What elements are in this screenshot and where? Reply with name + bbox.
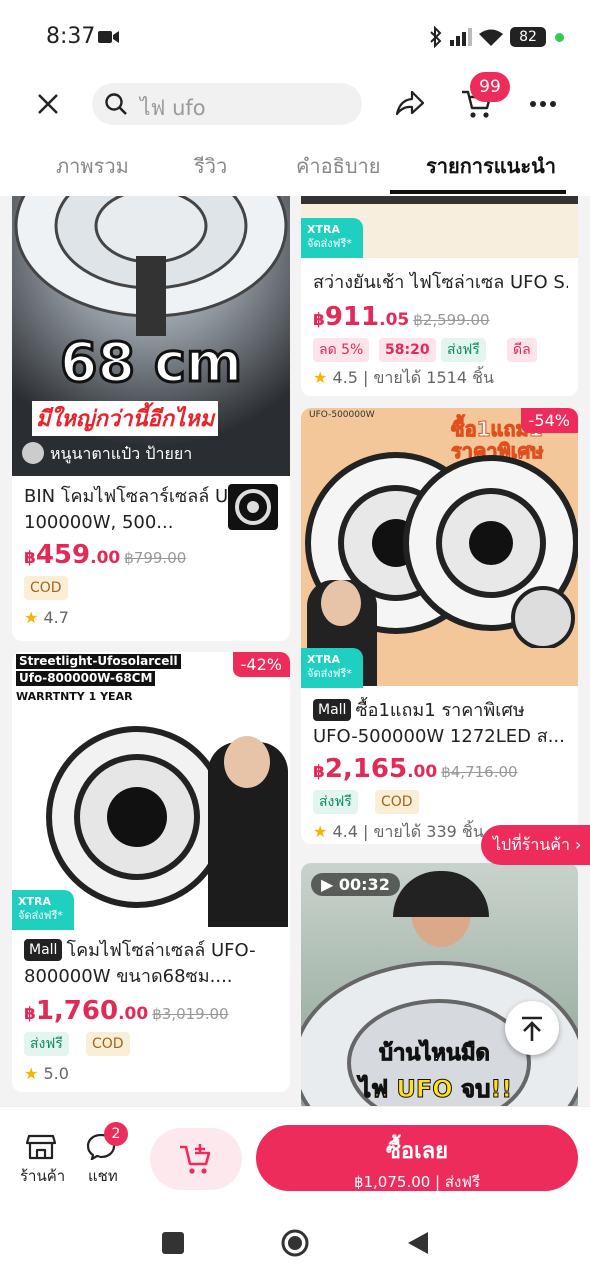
xtra-badge: XTRA จัดส่งฟรี* <box>301 218 363 258</box>
play-icon: ▶ <box>321 875 334 894</box>
product-card[interactable]: XTRA จัดส่งฟรี* สว่างยันเช้า ไฟโซล่าเซล U… <box>301 196 578 396</box>
close-icon[interactable] <box>36 92 60 116</box>
tab-recommended[interactable]: รายการแนะนำ <box>426 150 556 182</box>
countdown-tag: 58:20 <box>379 338 436 362</box>
battery-level: 82 <box>519 29 537 45</box>
product-price: ฿1,760.00 ฿3,019.00 <box>24 996 229 1026</box>
star-icon: ★ <box>24 608 39 627</box>
image-strip <box>301 196 578 204</box>
rating: ★ 4.5 | ขายได้ 1514 ชิ้น <box>313 368 494 387</box>
free-shipping-tag: ส่งฟรี <box>24 1032 69 1056</box>
image-small-text: UFO-500000W <box>309 410 375 420</box>
bluetooth-icon <box>430 26 442 48</box>
tab-underline <box>390 190 566 194</box>
recents-icon[interactable] <box>162 1232 184 1254</box>
cart-badge: 99 <box>470 72 510 102</box>
product-title: สว่างยันเช้า ไฟโซล่าเซล UFO S... <box>313 272 568 293</box>
buy-now-label: ซื้อเลย <box>385 1139 449 1164</box>
tab-overview[interactable]: ภาพรวม <box>56 150 129 182</box>
add-to-cart-button[interactable] <box>150 1128 242 1190</box>
product-price: ฿911.05 ฿2,599.00 <box>313 302 490 332</box>
image-subtext: มีใหญ่กว่านี้อีกไหม <box>32 401 219 436</box>
more-icon[interactable] <box>530 100 556 108</box>
scroll-top-button[interactable] <box>505 1001 559 1055</box>
star-icon: ★ <box>313 368 328 387</box>
chevron-right-icon: › <box>575 835 582 854</box>
cod-tag: COD <box>86 1032 130 1056</box>
product-image: 68 cm มีใหญ่กว่านี้อีกไหม หนูนาตาแป๋ว ป้… <box>12 196 290 476</box>
deal-tag: ดีล <box>507 338 537 362</box>
product-card[interactable]: Streetlight-Ufosolarcell Ufo-800000W-68C… <box>12 652 290 1092</box>
buy-now-button[interactable]: ซื้อเลย ฿1,075.00 | ส่งฟรี <box>256 1125 578 1191</box>
mall-badge: Mall <box>24 939 63 961</box>
discount-badge: -42% <box>232 652 290 677</box>
status-bar: 8:37 82 <box>0 0 590 70</box>
video-camera-icon <box>98 31 119 43</box>
avatar <box>22 442 44 464</box>
person-hair <box>393 871 489 917</box>
rating: ★ 5.0 <box>24 1064 69 1083</box>
search-icon <box>105 93 127 115</box>
image-text: Ufo-800000W-68CM <box>16 671 156 686</box>
share-icon[interactable] <box>394 88 426 118</box>
person-face <box>321 580 361 626</box>
image-size-text: 68 cm <box>58 330 243 396</box>
shop-label[interactable]: ร้านค้า <box>20 1164 65 1188</box>
tab-description[interactable]: คำอธิบาย <box>296 150 380 182</box>
product-image: UFO-500000W ซื้อ1แถม1 ราคาพิเศษ <box>301 408 578 686</box>
image-text: Streetlight-Ufosolarcell <box>16 654 181 669</box>
free-shipping-tag: ส่งฟรี <box>313 790 358 814</box>
image-username: หนูนาตาแป๋ว ป้ายยา <box>50 444 193 463</box>
home-icon[interactable] <box>280 1228 310 1258</box>
video-duration: ▶ 00:32 <box>311 873 400 896</box>
rating: ★ 4.7 <box>24 608 69 627</box>
person-face <box>224 736 270 788</box>
buy-now-price: ฿1,075.00 | ส่งฟรี <box>353 1173 481 1191</box>
add-cart-icon <box>180 1144 211 1174</box>
star-icon: ★ <box>24 1064 39 1083</box>
discount-tag: ลด 5% <box>313 338 370 362</box>
product-price: ฿2,165.00 ฿4,716.00 <box>313 754 518 784</box>
go-to-shop-button[interactable]: ไปที่ร้านค้า › <box>481 825 590 865</box>
product-card[interactable]: UFO-500000W ซื้อ1แถม1 ราคาพิเศษ -54% XTR… <box>301 408 578 844</box>
battery-icon: 82 <box>510 27 546 47</box>
ufo-lamp-image <box>14 196 288 336</box>
product-title: Mall ซื้อ1แถม1 ราคาพิเศษ UFO-500000W 1272… <box>313 699 565 747</box>
xtra-badge: XTRA จัดส่งฟรี* <box>301 648 363 688</box>
ufo-lamp-image <box>46 726 228 908</box>
tab-reviews[interactable]: รีวิว <box>194 150 227 182</box>
xtra-badge: XTRA จัดส่งฟรี* <box>12 890 74 930</box>
shop-icon[interactable] <box>26 1132 56 1160</box>
rating: ★ 4.4 | ขายได้ 339 ชิ้น <box>313 822 484 841</box>
chat-badge: 2 <box>104 1122 128 1146</box>
discount-badge: -54% <box>520 408 578 433</box>
product-feed[interactable]: 68 cm มีใหญ่กว่านี้อีกไหม หนูนาตาแป๋ว ป้… <box>0 196 590 1106</box>
product-title: Mall โคมไฟโซล่าเซลล์ UFO-800000W ขนาด68ซม… <box>24 939 256 987</box>
back-icon[interactable] <box>404 1230 430 1256</box>
green-dot-icon <box>555 33 564 42</box>
chat-label[interactable]: แชท <box>88 1164 118 1188</box>
product-image: Streetlight-Ufosolarcell Ufo-800000W-68C… <box>12 652 290 930</box>
thumbnail <box>228 484 278 530</box>
signal-icon <box>450 28 472 46</box>
product-card[interactable]: 68 cm มีใหญ่กว่านี้อีกไหม หนูนาตาแป๋ว ป้… <box>12 196 290 641</box>
cod-tag: COD <box>375 790 419 814</box>
video-card[interactable]: ▶ 00:32 บ้านไหนมืด ไฟ UFO จบ!! <box>301 863 578 1106</box>
mall-badge: Mall <box>313 699 352 721</box>
search-query: ไฟ ufo <box>140 96 206 120</box>
cod-tag: COD <box>24 576 68 600</box>
video-caption: บ้านไหนมืด <box>379 1041 491 1067</box>
search-input[interactable] <box>92 83 362 125</box>
arrow-up-icon <box>522 1016 542 1041</box>
free-shipping-tag: ส่งฟรี <box>441 338 486 362</box>
system-nav-bar <box>0 1202 590 1280</box>
status-time: 8:37 <box>46 24 96 49</box>
image-text: WARRTNTY 1 YEAR <box>16 690 133 703</box>
video-caption: ไฟ UFO จบ!! <box>358 1075 513 1104</box>
product-price: ฿459.00 ฿799.00 <box>24 540 187 570</box>
wifi-icon <box>479 29 503 46</box>
star-icon: ★ <box>313 822 328 841</box>
